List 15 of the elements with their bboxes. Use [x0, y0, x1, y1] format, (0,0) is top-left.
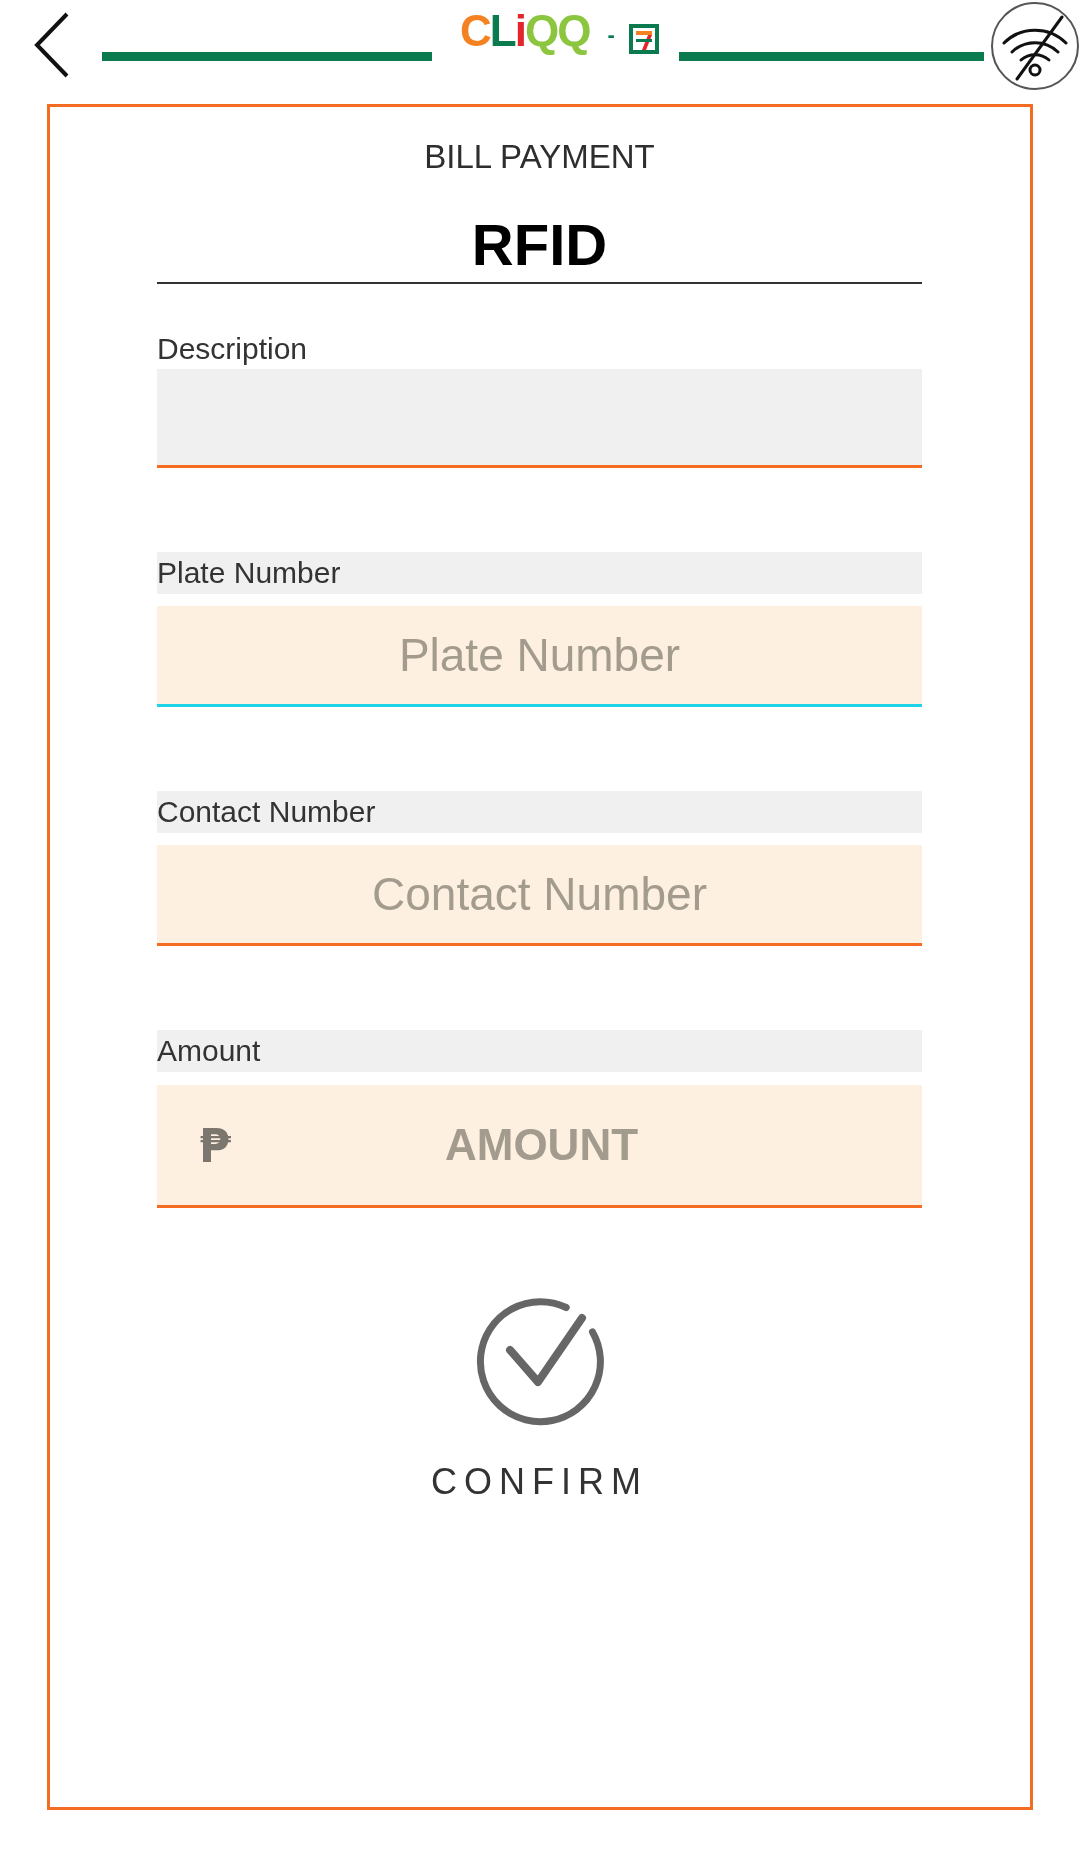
input-field[interactable]: Plate Number [157, 606, 922, 707]
currency-symbol: ₱ [199, 1121, 231, 1171]
section-title: BILL PAYMENT [423, 137, 656, 177]
brand-logo: CLiQQ [460, 6, 590, 56]
logo-separator: - [607, 21, 615, 49]
store-logo-icon [628, 24, 659, 54]
field-label: Amount [157, 1030, 922, 1072]
field-label: Contact Number [157, 791, 922, 833]
input-field[interactable] [157, 369, 922, 468]
field-label: Description [157, 331, 309, 367]
input-field[interactable]: Contact Number [157, 845, 922, 946]
chevron-left-icon [34, 12, 70, 78]
confirm-button[interactable]: CONFIRM [431, 1294, 648, 1504]
field-label: Plate Number [157, 552, 922, 594]
biller-name: RFID [471, 211, 608, 279]
